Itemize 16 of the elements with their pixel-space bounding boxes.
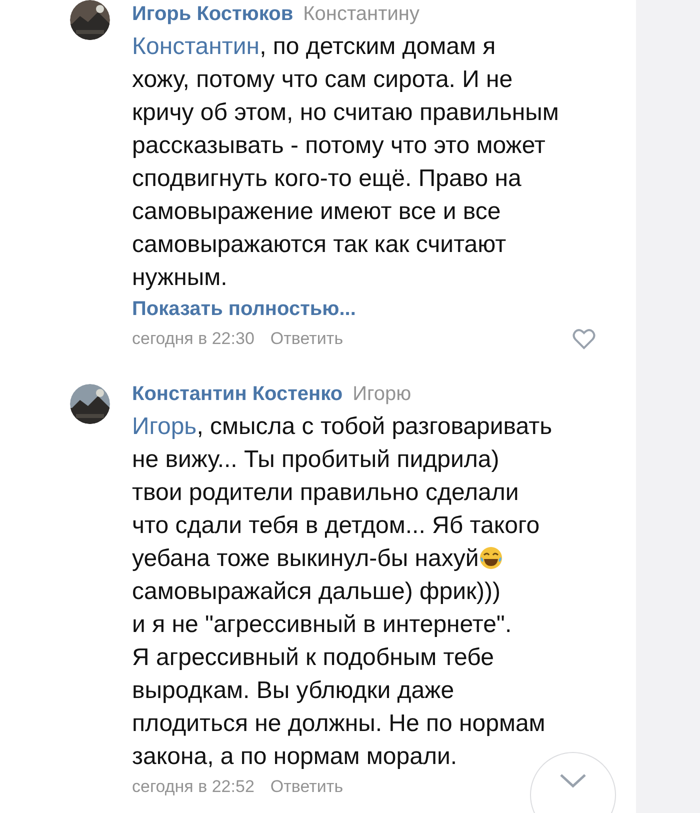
mention-link[interactable]: Игорь bbox=[132, 413, 197, 440]
reply-link[interactable]: Ответить bbox=[270, 777, 344, 797]
comment-text: Игорь, смысла с тобой разговаривать не вижу... Ты пробитый пидрила) твои родители правильно сделали что сдали тебя в детдом... Яб такого уебана тоже выкинул-бы нахуй самовыражайся дальше) фрик))) и я не "агрессивный в интернете". Я агрессивный к подобным тебе выродкам. Вы ублюдки даже плодиться не должны. Не по нормам закона, а по нормам морали. bbox=[132, 412, 554, 772]
reply-to-link[interactable]: Константину bbox=[303, 2, 420, 26]
mention-link[interactable]: Константин bbox=[132, 33, 260, 60]
comment-time: сегодня в 22:30 bbox=[132, 329, 254, 349]
comment-time: сегодня в 22:52 bbox=[132, 777, 254, 797]
laughing-emoji-icon bbox=[478, 546, 503, 570]
author-name[interactable]: Константин Костенко bbox=[132, 382, 343, 406]
show-more-link[interactable]: Показать полностью... bbox=[132, 294, 356, 324]
reply-to-link[interactable]: Игорю bbox=[352, 382, 412, 406]
reply-link[interactable]: Ответить bbox=[270, 329, 344, 349]
chevron-down-icon bbox=[559, 773, 587, 789]
author-name[interactable]: Игорь Костюков bbox=[132, 2, 294, 26]
heart-icon[interactable] bbox=[572, 328, 596, 350]
comment-text: Константин, по детским домам я хожу, потому что сам сирота. И не кричу об этом, но считаю правильным рассказывать - потому что это может сподвигнуть кого-то ещё. Право на самовыражение имеют все и все самовыражаются так как считают нужным. bbox=[132, 32, 560, 293]
